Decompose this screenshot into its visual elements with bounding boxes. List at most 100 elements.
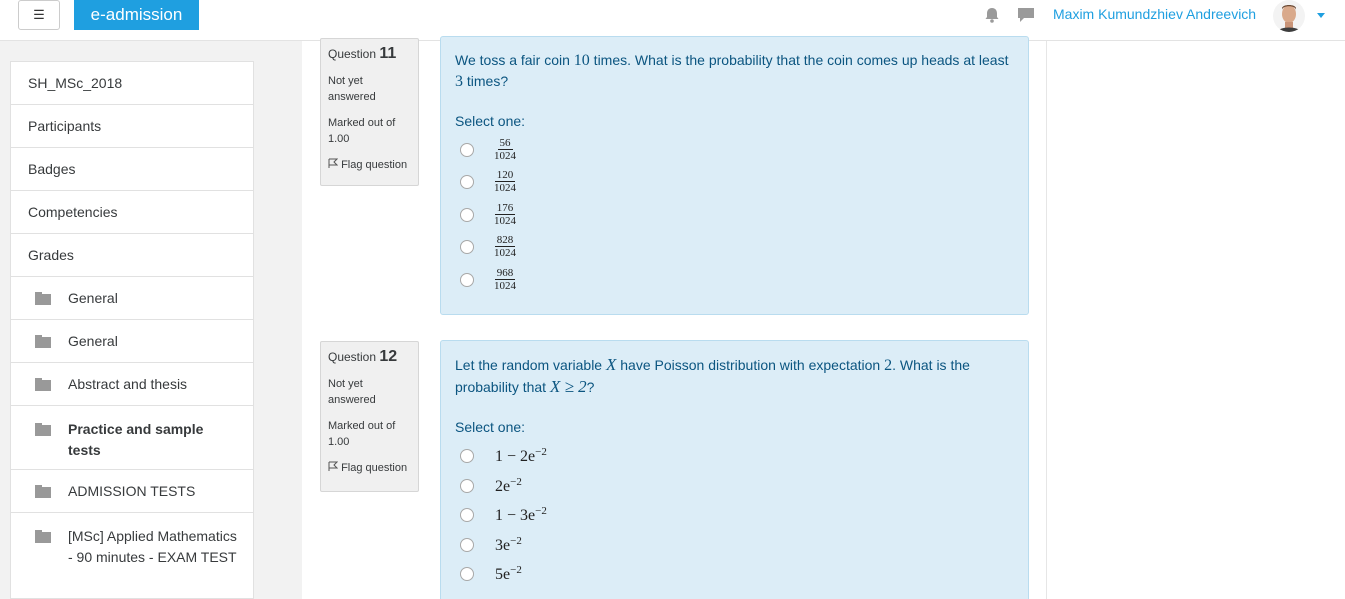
nav-section-practice-tests[interactable]: Practice and sample tests [11, 406, 253, 470]
question-text-part: times. What is the probability that the … [589, 52, 1009, 68]
question-number: Question 11 [328, 45, 411, 63]
nav-section-admission-tests[interactable]: ADMISSION TESTS [11, 470, 253, 513]
nav-item-competencies[interactable]: Competencies [11, 191, 253, 234]
answer-option[interactable]: 968 1024 [460, 267, 516, 292]
folder-icon [35, 335, 51, 348]
question-content-11: We toss a fair coin 10 times. What is th… [440, 36, 1029, 315]
radio-button[interactable] [460, 449, 474, 463]
nav-item-badges[interactable]: Badges [11, 148, 253, 191]
nav-item-label: Practice and sample tests [68, 421, 204, 458]
answer-option[interactable]: 1 − 2e−2 [460, 446, 547, 466]
answer-option[interactable]: 120 1024 [460, 169, 516, 194]
top-navbar: ☰ e-admission Maxim Kumundzhiev Andreevi… [0, 0, 1345, 41]
menu-toggle-button[interactable]: ☰ [18, 0, 60, 30]
flag-icon [328, 158, 339, 168]
answer-option[interactable]: 3e−2 [460, 535, 522, 555]
question-text-part: times? [463, 73, 509, 89]
expression-base: 1 − 2e [495, 448, 536, 465]
question-text-part: We toss a fair coin [455, 52, 574, 68]
notifications-bell-icon[interactable] [982, 5, 1002, 25]
select-one-label: Select one: [455, 113, 526, 129]
fraction-denominator: 1024 [494, 215, 516, 227]
fraction-denominator: 1024 [494, 247, 516, 259]
flag-icon [328, 461, 339, 471]
question-text-part: Let the random variable [455, 357, 606, 373]
nav-item-label: ADMISSION TESTS [68, 482, 196, 499]
nav-item-label: General [68, 289, 118, 306]
expression-exponent: −2 [510, 564, 522, 576]
expression-base: 2e [495, 478, 511, 495]
select-one-label: Select one: [455, 419, 526, 435]
user-menu-name[interactable]: Maxim Kumundzhiev Andreevich [1053, 6, 1256, 22]
messages-icon[interactable] [1016, 5, 1036, 25]
nav-item-label: Abstract and thesis [68, 375, 188, 392]
folder-icon [35, 530, 51, 543]
answer-expression: 2e−2 [495, 476, 522, 496]
nav-item-label: General [68, 332, 118, 349]
nav-item-label: Participants [28, 117, 102, 134]
expression-exponent: −2 [535, 505, 547, 517]
answer-fraction: 968 1024 [494, 267, 516, 292]
radio-button[interactable] [460, 538, 474, 552]
question-status: Not yet answered [328, 75, 376, 103]
question-number-value: 11 [379, 45, 397, 62]
nav-item-label: Grades [28, 246, 74, 263]
answer-option[interactable]: 828 1024 [460, 234, 516, 259]
answer-fraction: 56 1024 [494, 137, 516, 162]
radio-button[interactable] [460, 508, 474, 522]
fraction-numerator: 176 [494, 202, 516, 215]
answer-fraction: 120 1024 [494, 169, 516, 194]
math-value: 10 [573, 52, 590, 69]
question-label: Question [328, 350, 377, 364]
quiz-navigation-panel [1046, 41, 1345, 599]
answer-option[interactable]: 2e−2 [460, 476, 522, 496]
nav-section-general-1[interactable]: General [11, 277, 253, 320]
nav-item-label: Badges [28, 160, 76, 177]
question-info-12: Question 12 Not yet answered Marked out … [320, 341, 419, 492]
answer-option[interactable]: 5e−2 [460, 564, 522, 584]
radio-button[interactable] [460, 174, 474, 189]
fraction-denominator: 1024 [494, 280, 516, 292]
flag-question-button[interactable]: Flag question [328, 157, 411, 173]
answer-option[interactable]: 1 − 3e−2 [460, 505, 547, 525]
radio-button[interactable] [460, 272, 474, 287]
course-navigation-drawer: SH_MSc_2018 Participants Badges Competen… [10, 61, 254, 599]
nav-item-course-home[interactable]: SH_MSc_2018 [11, 62, 253, 105]
answer-fraction: 176 1024 [494, 202, 516, 227]
user-avatar[interactable] [1273, 0, 1305, 32]
math-value: 2 [884, 357, 893, 374]
radio-button[interactable] [460, 567, 474, 581]
answer-fraction: 828 1024 [494, 234, 516, 259]
brand-link[interactable]: e-admission [74, 0, 199, 30]
answer-expression: 3e−2 [495, 535, 522, 555]
nav-section-general-2[interactable]: General [11, 320, 253, 363]
answer-option[interactable]: 176 1024 [460, 202, 516, 227]
radio-button[interactable] [460, 239, 474, 254]
user-menu-caret-icon[interactable] [1317, 13, 1325, 18]
flag-question-button[interactable]: Flag question [328, 460, 411, 476]
nav-item-grades[interactable]: Grades [11, 234, 253, 277]
fraction-denominator: 1024 [494, 182, 516, 194]
radio-button[interactable] [460, 207, 474, 222]
nav-item-participants[interactable]: Participants [11, 105, 253, 148]
math-value: X [605, 355, 617, 374]
nav-section-applied-math-exam[interactable]: [MSc] Applied Mathematics - 90 minutes -… [11, 513, 253, 598]
nav-item-label: [MSc] Applied Mathematics - 90 minutes -… [68, 528, 237, 565]
expression-exponent: −2 [510, 476, 522, 488]
question-content-12: Let the random variable X have Poisson d… [440, 340, 1029, 599]
question-label: Question [328, 47, 377, 61]
answer-expression: 1 − 2e−2 [495, 446, 547, 466]
fraction-numerator: 968 [494, 267, 516, 280]
radio-button[interactable] [460, 479, 474, 493]
nav-section-abstract-thesis[interactable]: Abstract and thesis [11, 363, 253, 406]
question-info-11: Question 11 Not yet answered Marked out … [320, 38, 419, 186]
answer-expression: 1 − 3e−2 [495, 505, 547, 525]
question-status: Not yet answered [328, 378, 376, 406]
answer-option[interactable]: 56 1024 [460, 137, 516, 162]
hamburger-icon: ☰ [33, 7, 45, 22]
radio-button[interactable] [460, 142, 474, 157]
fraction-numerator: 828 [494, 234, 516, 247]
flag-question-label: Flag question [341, 462, 408, 474]
question-text: Let the random variable X have Poisson d… [455, 354, 1014, 398]
question-number-value: 12 [379, 348, 398, 365]
